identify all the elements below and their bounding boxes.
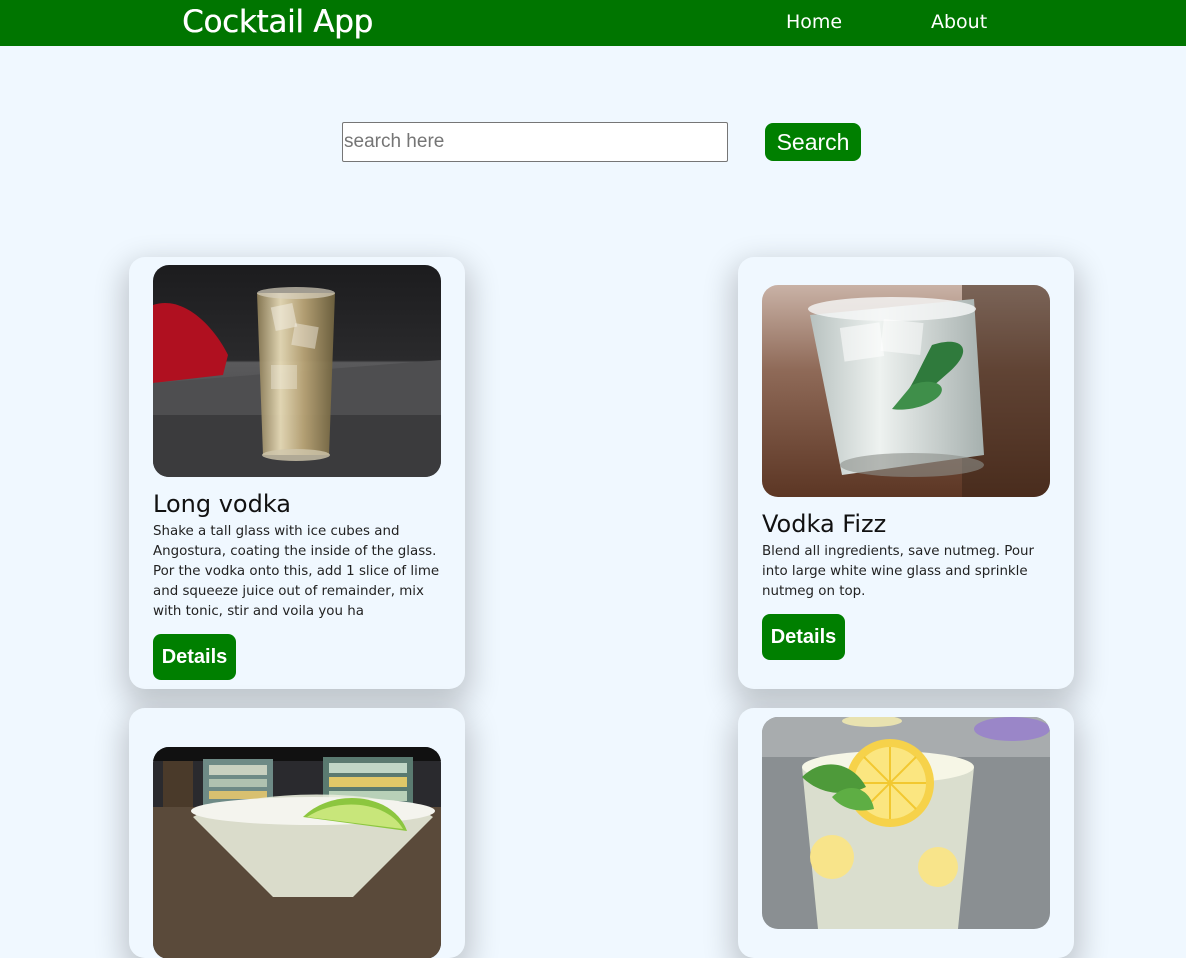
- cocktail-image: [762, 717, 1050, 929]
- cocktail-image: [762, 285, 1050, 497]
- details-button[interactable]: Details: [762, 614, 845, 660]
- cocktail-image: [153, 747, 441, 958]
- nav-home-link[interactable]: Home: [786, 10, 842, 34]
- cocktail-card: Vodka Fizz Blend all ingredients, save n…: [738, 257, 1074, 689]
- app-brand[interactable]: Cocktail App: [182, 2, 373, 42]
- cocktail-image: [153, 265, 441, 477]
- cocktail-description: Blend all ingredients, save nutmeg. Pour…: [762, 544, 1035, 599]
- nav-about-link[interactable]: About: [931, 10, 987, 34]
- cocktail-title: Long vodka: [153, 490, 292, 518]
- search-button[interactable]: Search: [765, 123, 861, 161]
- search-input[interactable]: [342, 122, 728, 162]
- cocktail-description: Shake a tall glass with ice cubes and An…: [153, 524, 440, 619]
- cocktail-card: [129, 708, 465, 958]
- cocktail-card: Long vodka Shake a tall glass with ice c…: [129, 257, 465, 689]
- cocktail-title: Vodka Fizz: [762, 510, 887, 538]
- cocktail-card: [738, 708, 1074, 958]
- details-button[interactable]: Details: [153, 634, 236, 680]
- navbar: Cocktail App Home About: [0, 0, 1186, 46]
